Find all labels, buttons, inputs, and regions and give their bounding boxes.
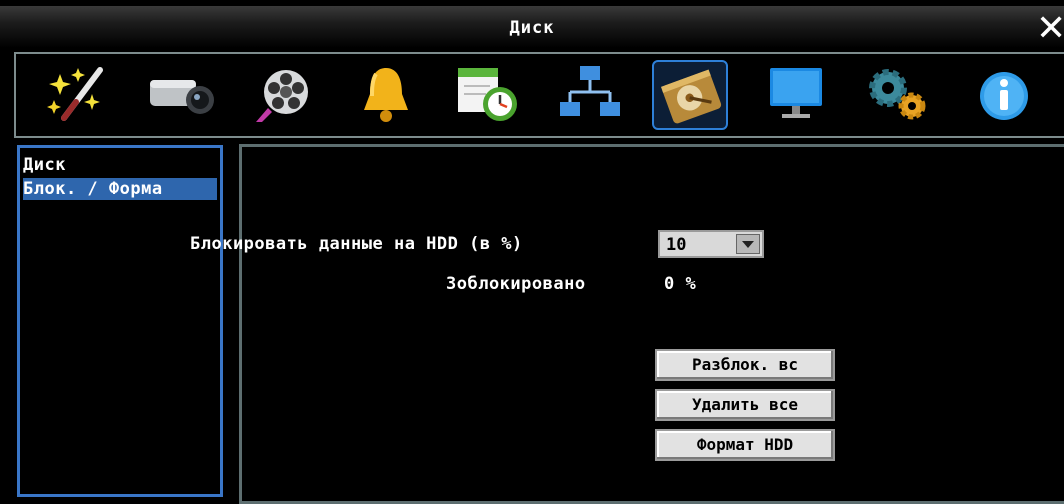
monitor-icon[interactable] bbox=[758, 60, 834, 130]
film-reel-icon[interactable] bbox=[246, 60, 322, 130]
format-hdd-button[interactable]: Формат HDD bbox=[655, 429, 835, 461]
camera-icon[interactable] bbox=[144, 60, 220, 130]
sidebar: Диск Блок. / Форма bbox=[17, 145, 223, 497]
hard-disk-icon[interactable] bbox=[652, 60, 728, 130]
lock-percent-select[interactable]: 10 bbox=[658, 230, 764, 258]
title-bar: Диск ✕ bbox=[0, 6, 1064, 48]
lock-data-label: Блокировать данные на HDD (в %) bbox=[190, 234, 523, 254]
lock-percent-value: 10 bbox=[666, 235, 687, 255]
settings-panel bbox=[239, 144, 1064, 504]
locked-label: Зоблокировано bbox=[446, 274, 586, 294]
menu-toolbar bbox=[14, 52, 1064, 138]
gears-icon[interactable] bbox=[858, 60, 934, 130]
locked-value: 0 % bbox=[664, 274, 697, 294]
close-icon[interactable]: ✕ bbox=[1036, 11, 1064, 47]
window-title: Диск bbox=[509, 18, 555, 38]
wizard-wand-icon[interactable] bbox=[42, 60, 118, 130]
unlock-all-button[interactable]: Разблок. вс bbox=[655, 349, 835, 381]
info-icon[interactable] bbox=[966, 60, 1042, 130]
sidebar-item-lock-format[interactable]: Блок. / Форма bbox=[23, 178, 217, 200]
delete-all-button[interactable]: Удалить все bbox=[655, 389, 835, 421]
network-icon[interactable] bbox=[552, 60, 628, 130]
schedule-clock-icon[interactable] bbox=[450, 60, 526, 130]
sidebar-item-disk[interactable]: Диск bbox=[23, 154, 66, 176]
chevron-down-icon[interactable] bbox=[736, 234, 760, 254]
bell-icon[interactable] bbox=[348, 60, 424, 130]
